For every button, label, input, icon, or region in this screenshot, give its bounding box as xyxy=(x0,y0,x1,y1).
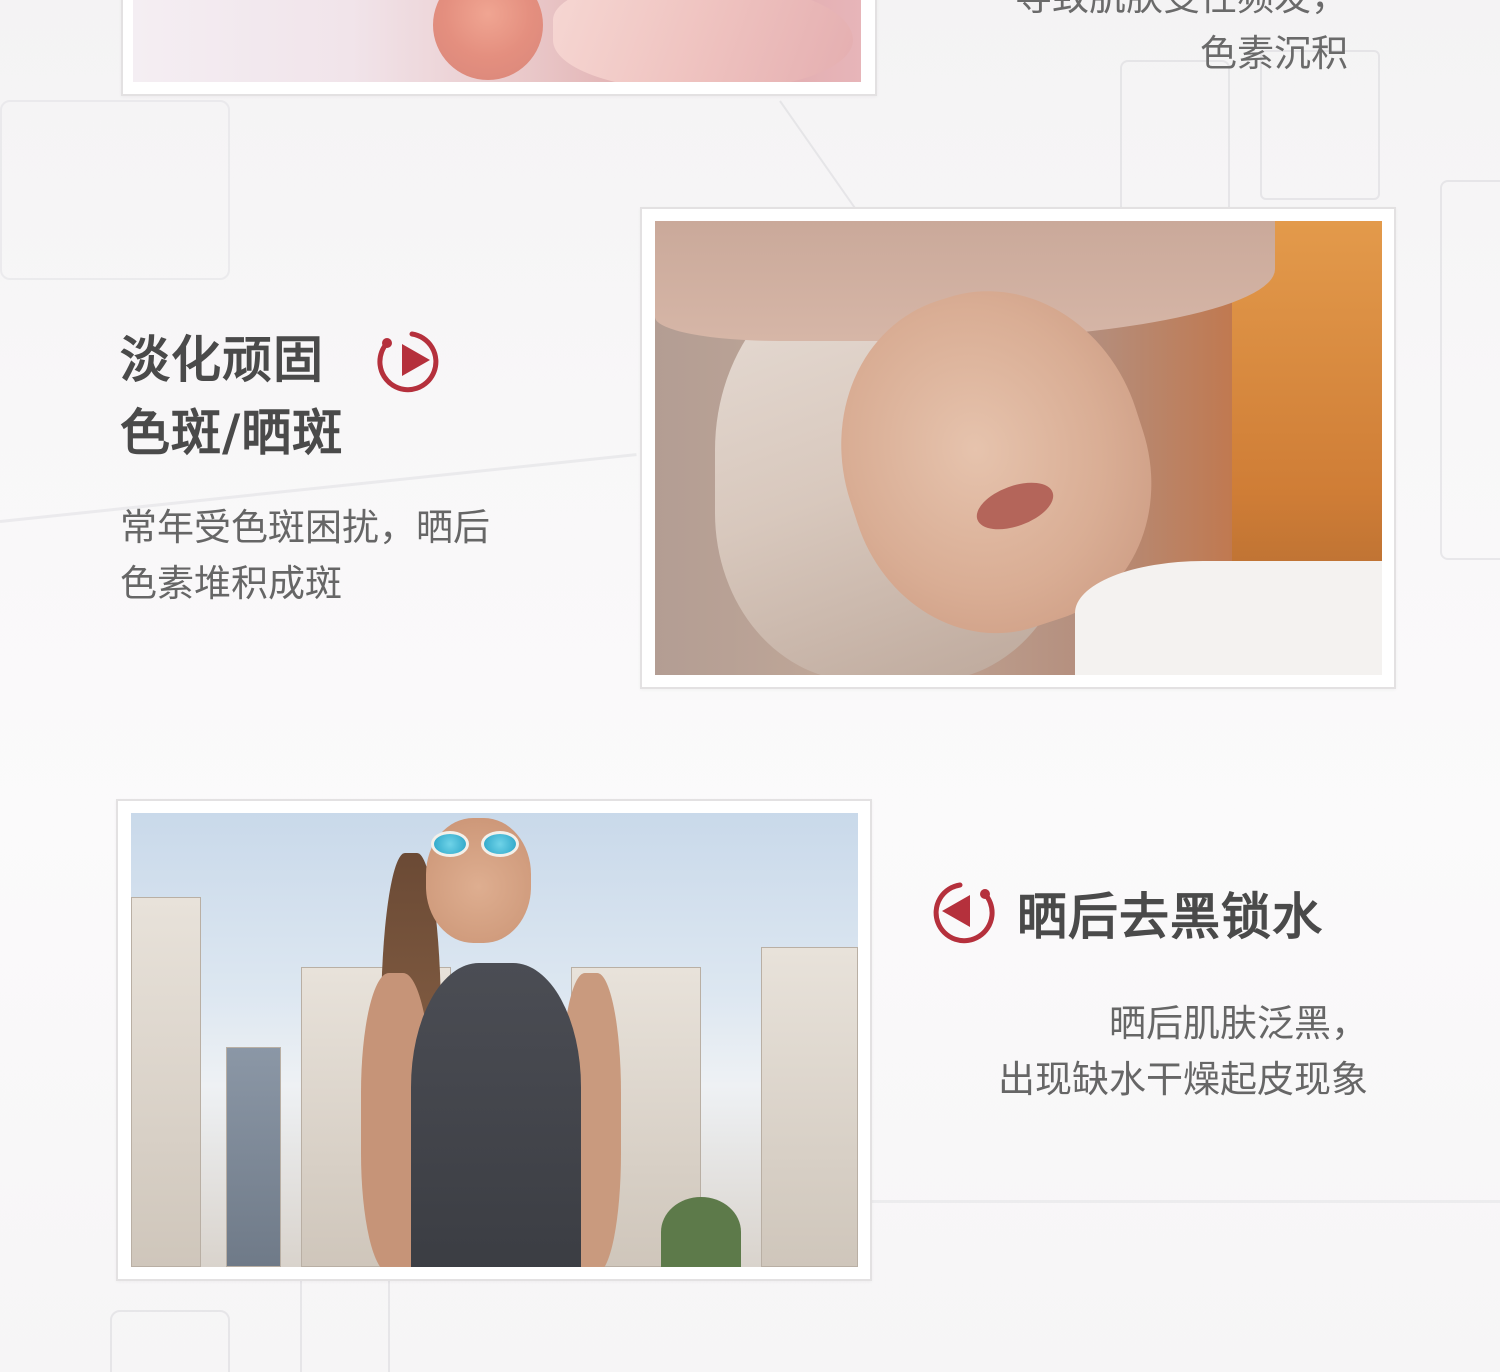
hand-shape xyxy=(553,0,853,82)
circular-arrow-right-icon xyxy=(377,331,439,393)
top-description-line2: 色素沉积 xyxy=(1200,32,1348,75)
sunglasses-lens xyxy=(431,831,469,857)
top-description-line1: 导致肌肤变性频发， xyxy=(1015,0,1348,26)
aftersun-description-line1: 晒后肌肤泛黑， xyxy=(1109,1002,1368,1045)
dress xyxy=(411,963,581,1267)
trees xyxy=(661,1197,741,1267)
spots-description-line2: 色素堆积成斑 xyxy=(120,562,342,605)
background-line xyxy=(870,1200,1500,1203)
spots-heading-line2: 色斑/晒斑 xyxy=(120,404,344,462)
aftersun-description-line2: 出现缺水干燥起皮现象 xyxy=(998,1058,1368,1101)
shirt-shape xyxy=(1075,561,1382,675)
city-photo xyxy=(131,813,858,1267)
top-photo xyxy=(133,0,861,82)
sunglasses xyxy=(431,831,526,857)
sunglasses-lens xyxy=(481,831,519,857)
spots-heading-line1: 淡化顽固 xyxy=(120,331,324,389)
building xyxy=(131,897,201,1267)
spots-description: 常年受色斑困扰，晒后 色素堆积成斑 xyxy=(120,500,490,612)
top-description: 导致肌肤变性频发， 色素沉积 xyxy=(1015,0,1348,82)
background-window xyxy=(0,100,230,280)
ear-shape xyxy=(433,0,543,80)
background-beaker-bottom xyxy=(110,1310,230,1372)
spots-description-line1: 常年受色斑困扰，晒后 xyxy=(120,506,490,549)
tower xyxy=(226,1047,281,1267)
background-tube xyxy=(1440,180,1500,560)
aftersun-heading: 晒后去黑锁水 xyxy=(1017,888,1323,946)
circular-arrow-left-icon xyxy=(933,882,995,944)
building xyxy=(761,947,858,1267)
aftersun-description: 晒后肌肤泛黑， 出现缺水干燥起皮现象 xyxy=(898,996,1368,1108)
freckles-photo xyxy=(655,221,1382,675)
